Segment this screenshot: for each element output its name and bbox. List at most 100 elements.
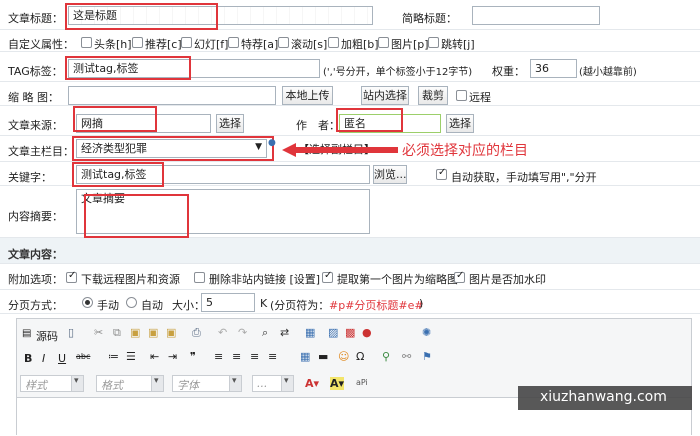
paging-auto-label: 自动 [141, 299, 163, 312]
unlink-icon[interactable]: ⚯ [402, 350, 411, 363]
first-image-checkbox[interactable] [322, 270, 333, 283]
special-char-icon[interactable]: Ω [356, 350, 364, 363]
source-select-button[interactable]: 选择 [216, 114, 244, 133]
tag-input[interactable]: 测试tag,标签 [68, 59, 320, 78]
smiley-icon[interactable]: ☺ [338, 350, 349, 363]
remote-checkbox[interactable] [456, 90, 467, 101]
find-icon[interactable]: ⌕ [262, 326, 268, 340]
watermark-label: 图片是否加水印 [469, 273, 546, 286]
author-select-button[interactable]: 选择 [446, 114, 474, 133]
attr-checkbox-c[interactable] [132, 37, 143, 48]
crop-button[interactable]: 裁剪 [418, 86, 448, 105]
style-dropdown[interactable]: 样式 [20, 375, 84, 392]
attr-label-b: 加粗[b] [341, 38, 379, 51]
author-input[interactable]: 匿名 [339, 114, 441, 133]
download-remote-checkbox[interactable] [66, 270, 77, 283]
align-center-icon[interactable]: ≡ [232, 350, 241, 363]
attr-checkbox-j[interactable] [428, 37, 439, 48]
watermark-checkbox[interactable] [454, 270, 465, 283]
redo-icon[interactable]: ↷ [238, 326, 247, 339]
style-dropdown-label: 样式 [25, 379, 47, 392]
ordered-list-icon[interactable]: ≔ [108, 350, 119, 363]
select-all-icon[interactable]: ▦ [305, 326, 315, 339]
copy-icon[interactable]: ⧉ [113, 326, 121, 340]
align-justify-icon[interactable]: ≡ [268, 350, 277, 363]
editor-source-button[interactable]: 源码 [36, 328, 58, 344]
anchor-icon[interactable]: ⚑ [422, 350, 432, 363]
paste-icon[interactable]: ▣ [130, 326, 140, 339]
attr-checkbox-p[interactable] [378, 37, 389, 48]
italic-icon[interactable]: I [42, 352, 45, 365]
blockquote-icon[interactable]: ❞ [190, 350, 196, 363]
remove-format-icon[interactable]: aPi [356, 378, 368, 387]
attr-checkbox-h[interactable] [81, 37, 92, 48]
keyword-input[interactable]: 测试tag,标签 [76, 165, 370, 184]
summary-label: 内容摘要： [8, 210, 63, 223]
auto-fetch-checkbox[interactable] [436, 167, 447, 180]
align-left-icon[interactable]: ≡ [214, 350, 223, 363]
outdent-icon[interactable]: ⇤ [150, 350, 159, 363]
link-icon[interactable]: ⚲ [382, 350, 390, 363]
title-label: 文章标题： [8, 12, 63, 25]
thumb-label: 缩 略 图： [8, 91, 59, 104]
size-input[interactable]: 5 [201, 293, 255, 312]
weight-label: 权重： [492, 65, 525, 78]
media-icon[interactable]: ● [362, 326, 372, 339]
keyword-label: 关键字： [8, 171, 52, 184]
paste-text-icon[interactable]: ▣ [148, 326, 158, 339]
attr-checkbox-f[interactable] [181, 37, 192, 48]
auto-fetch-label: 自动获取，手动填写用","分开 [451, 171, 597, 184]
text-color-icon[interactable]: A▾ [305, 377, 319, 390]
browse-button[interactable]: 浏览... [373, 165, 407, 184]
column-label: 文章主栏目： [8, 145, 74, 158]
download-remote-label: 下载远程图片和资源 [81, 273, 180, 286]
flash-icon[interactable]: ▩ [345, 326, 355, 339]
paging-hint-code: #p#分页标题#e# [329, 299, 424, 312]
bg-color-icon[interactable]: A▾ [330, 377, 345, 390]
title-input[interactable]: 这是标题 [68, 6, 373, 25]
format-dropdown[interactable]: 格式 [96, 375, 164, 392]
tag-label: TAG标签： [8, 65, 63, 78]
cut-icon[interactable]: ✂ [94, 326, 103, 339]
font-dropdown[interactable]: 字体 [172, 375, 242, 392]
weight-input[interactable]: 36 [530, 59, 577, 78]
underline-icon[interactable]: U [58, 352, 66, 365]
hr-icon[interactable]: ▬ [318, 350, 328, 363]
paging-hint-suffix: ) [419, 297, 424, 310]
strike-icon[interactable]: abc [76, 352, 90, 361]
upload-button[interactable]: 本地上传 [282, 86, 333, 105]
bullet-list-icon[interactable]: ☰ [126, 350, 136, 363]
site-select-button[interactable]: 站内选择 [361, 86, 409, 105]
attr-checkbox-a[interactable] [228, 37, 239, 48]
attr-label-p: 图片[p] [391, 38, 429, 51]
indent-icon[interactable]: ⇥ [168, 350, 177, 363]
settings-icon[interactable]: ✺ [422, 326, 431, 339]
paging-manual-radio[interactable] [82, 297, 93, 308]
paging-auto-radio[interactable] [126, 297, 137, 308]
attr-checkbox-s[interactable] [278, 37, 289, 48]
remove-links-label[interactable]: 删除非站内链接 [设置] [209, 271, 320, 287]
align-right-icon[interactable]: ≡ [250, 350, 259, 363]
replace-icon[interactable]: ⇄ [280, 326, 289, 339]
chevron-down-icon [71, 376, 83, 391]
remove-links-checkbox[interactable] [194, 272, 205, 283]
undo-icon[interactable]: ↶ [218, 326, 227, 339]
custom-attr-label: 自定义属性： [8, 38, 74, 51]
source-label: 文章来源： [8, 119, 63, 132]
image-icon[interactable]: ▨ [328, 326, 338, 339]
table-icon[interactable]: ▦ [300, 350, 310, 363]
source-input[interactable]: 网摘 [76, 114, 211, 133]
annotation-arrow-icon [282, 143, 398, 157]
size-dropdown[interactable]: ... [252, 375, 294, 392]
short-title-label: 简略标题： [402, 12, 457, 25]
page-icon[interactable]: ▯ [68, 326, 74, 339]
attr-label-s: 滚动[s] [291, 38, 328, 51]
print-icon[interactable]: ⎙ [192, 326, 201, 340]
summary-textarea[interactable]: 文章摘要 [76, 189, 370, 234]
short-title-input[interactable] [472, 6, 600, 25]
column-select[interactable]: 经济类型犯罪 ▼ [76, 139, 267, 158]
paste-word-icon[interactable]: ▣ [166, 326, 176, 339]
attr-checkbox-b[interactable] [328, 37, 339, 48]
thumb-input[interactable] [68, 86, 276, 105]
bold-icon[interactable]: B [24, 352, 32, 365]
